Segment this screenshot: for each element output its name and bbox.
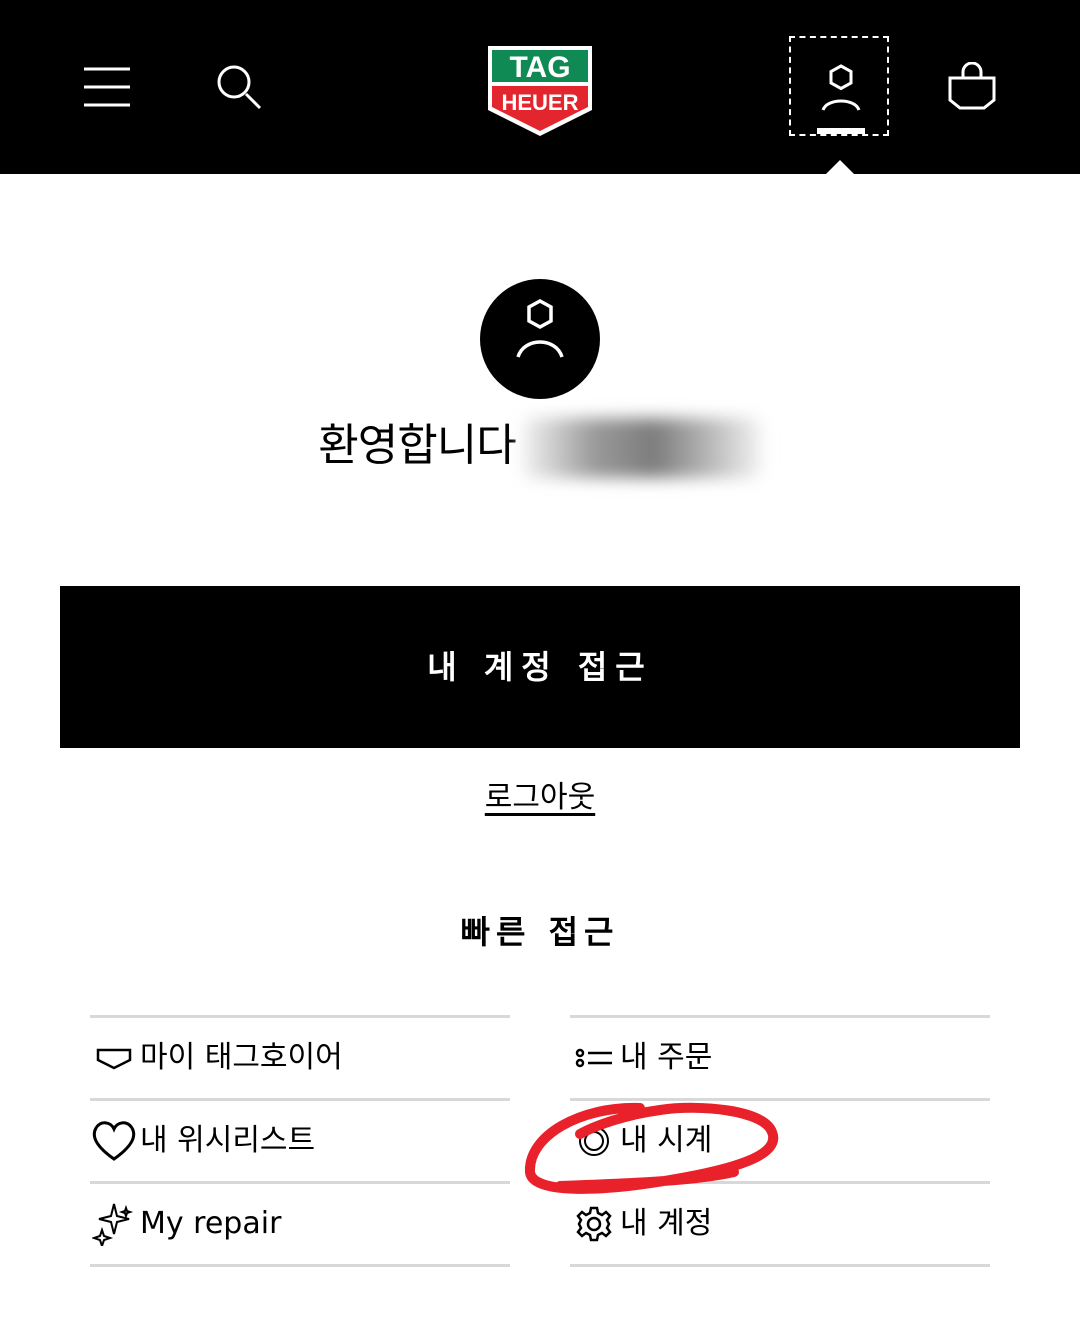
shopping-bag-icon[interactable] [946, 61, 998, 112]
dropdown-caret [826, 160, 854, 174]
logout-container: 로그아웃 [0, 776, 1080, 820]
logout-link[interactable]: 로그아웃 [485, 780, 595, 815]
sparkles-icon [90, 1200, 138, 1248]
quick-link-my-repair[interactable]: My repair [90, 1181, 510, 1267]
heart-icon [90, 1117, 138, 1165]
quick-link-label: 내 시계 [620, 1123, 713, 1158]
quick-link-my-tagheuer[interactable]: 마이 태그호이어 [90, 1015, 510, 1098]
quick-link-my-watches[interactable]: 내 시계 [570, 1098, 990, 1181]
account-button[interactable] [789, 36, 889, 136]
avatar [480, 279, 600, 399]
logo-top-text: TAG [509, 51, 570, 84]
quick-link-label: 내 계정 [620, 1206, 713, 1241]
hamburger-menu-icon[interactable] [80, 64, 134, 110]
gear-icon [570, 1200, 618, 1248]
watch-icon [570, 1117, 618, 1165]
top-header: TAG HEUER [0, 0, 1080, 174]
welcome-text: 환영합니다 [318, 420, 516, 471]
quick-link-label: My repair [140, 1206, 282, 1241]
orders-list-icon [570, 1034, 618, 1082]
focus-indicator [817, 128, 865, 134]
tag-heuer-logo[interactable]: TAG HEUER [486, 44, 594, 138]
quick-link-label: 내 위시리스트 [140, 1123, 316, 1158]
watch-case-icon [90, 1034, 138, 1082]
quick-access-left-column: 마이 태그호이어 내 위시리스트 My repair [90, 1015, 510, 1267]
user-hexagon-icon [516, 299, 564, 358]
quick-link-my-account[interactable]: 내 계정 [570, 1181, 990, 1267]
quick-link-wishlist[interactable]: 내 위시리스트 [90, 1098, 510, 1181]
quick-link-label: 마이 태그호이어 [140, 1040, 343, 1075]
quick-link-my-orders[interactable]: 내 주문 [570, 1015, 990, 1098]
access-account-button[interactable]: 내 계정 접근 [60, 586, 1020, 748]
search-icon[interactable] [214, 62, 266, 112]
welcome-heading: 환영합니다 [0, 416, 1080, 478]
quick-access-right-column: 내 주문 내 시계 내 계정 [570, 1015, 990, 1267]
quick-link-label: 내 주문 [620, 1040, 713, 1075]
redacted-username [521, 418, 762, 478]
user-hexagon-icon [821, 64, 861, 111]
quick-access-title: 빠른 접근 [460, 913, 620, 951]
logo-bottom-text: HEUER [501, 90, 578, 115]
